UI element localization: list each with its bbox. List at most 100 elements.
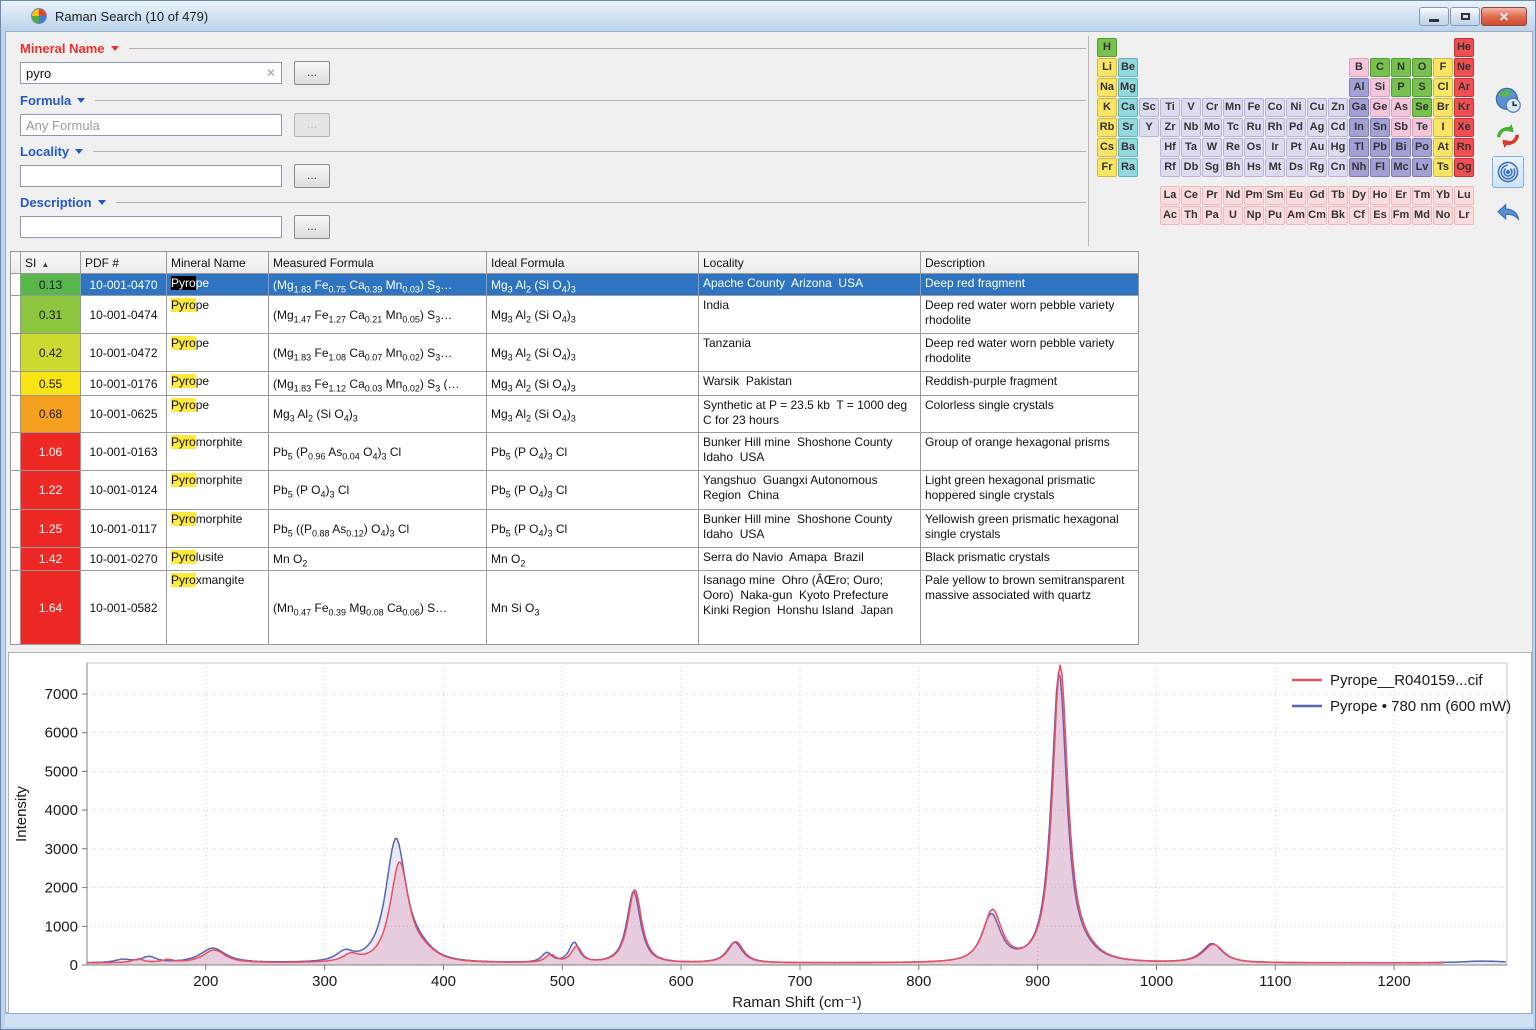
mineral-name-browse-button[interactable]: ... xyxy=(294,61,330,85)
result-row[interactable]: 1.06 10-001-0163 Pyromorphite Pb5 (P0.96 As… xyxy=(10,432,1139,471)
element-Br[interactable]: Br xyxy=(1433,98,1453,117)
element-Co[interactable]: Co xyxy=(1265,98,1285,117)
element-Mg[interactable]: Mg xyxy=(1118,78,1138,97)
header-ideal-formula[interactable]: Ideal Formula xyxy=(486,251,699,274)
element-Hf[interactable]: Hf xyxy=(1160,138,1180,157)
element-Ts[interactable]: Ts xyxy=(1433,158,1453,177)
element-Pb[interactable]: Pb xyxy=(1370,138,1390,157)
element-La[interactable]: La xyxy=(1160,186,1180,205)
element-Rb[interactable]: Rb xyxy=(1097,118,1117,137)
element-Hs[interactable]: Hs xyxy=(1244,158,1264,177)
element-Ga[interactable]: Ga xyxy=(1349,98,1369,117)
element-Ru[interactable]: Ru xyxy=(1244,118,1264,137)
element-Cr[interactable]: Cr xyxy=(1202,98,1222,117)
element-Pr[interactable]: Pr xyxy=(1202,186,1222,205)
globe-history-button[interactable] xyxy=(1492,84,1524,116)
element-Np[interactable]: Np xyxy=(1244,206,1264,225)
element-Ce[interactable]: Ce xyxy=(1181,186,1201,205)
element-W[interactable]: W xyxy=(1202,138,1222,157)
element-Fe[interactable]: Fe xyxy=(1244,98,1264,117)
element-Db[interactable]: Db xyxy=(1181,158,1201,177)
element-F[interactable]: F xyxy=(1433,58,1453,77)
element-Xe[interactable]: Xe xyxy=(1454,118,1474,137)
element-Pu[interactable]: Pu xyxy=(1265,206,1285,225)
element-Li[interactable]: Li xyxy=(1097,58,1117,77)
titlebar[interactable]: Raman Search (10 of 479) ✕ xyxy=(1,1,1535,31)
element-Bi[interactable]: Bi xyxy=(1391,138,1411,157)
element-Mo[interactable]: Mo xyxy=(1202,118,1222,137)
element-At[interactable]: At xyxy=(1433,138,1453,157)
element-Ac[interactable]: Ac xyxy=(1160,206,1180,225)
element-Cs[interactable]: Cs xyxy=(1097,138,1117,157)
element-N[interactable]: N xyxy=(1391,58,1411,77)
chevron-down-icon[interactable] xyxy=(97,199,106,205)
element-Mn[interactable]: Mn xyxy=(1223,98,1243,117)
element-Nd[interactable]: Nd xyxy=(1223,186,1243,205)
element-Es[interactable]: Es xyxy=(1370,206,1390,225)
header-measured-formula[interactable]: Measured Formula xyxy=(268,251,487,274)
element-C[interactable]: C xyxy=(1370,58,1390,77)
element-Sn[interactable]: Sn xyxy=(1370,118,1390,137)
element-In[interactable]: In xyxy=(1349,118,1369,137)
element-Ni[interactable]: Ni xyxy=(1286,98,1306,117)
fingerprint-search-button[interactable] xyxy=(1492,156,1524,188)
element-Mc[interactable]: Mc xyxy=(1391,158,1411,177)
element-Lu[interactable]: Lu xyxy=(1454,186,1474,205)
element-O[interactable]: O xyxy=(1412,58,1432,77)
element-Bh[interactable]: Bh xyxy=(1223,158,1243,177)
element-Lr[interactable]: Lr xyxy=(1454,206,1474,225)
element-Cn[interactable]: Cn xyxy=(1328,158,1348,177)
result-row[interactable]: 1.22 10-001-0124 Pyromorphite Pb5 (P O4)3 C… xyxy=(10,470,1139,510)
element-Rf[interactable]: Rf xyxy=(1160,158,1180,177)
element-Ta[interactable]: Ta xyxy=(1181,138,1201,157)
element-As[interactable]: As xyxy=(1391,98,1411,117)
element-Er[interactable]: Er xyxy=(1391,186,1411,205)
formula-browse-button[interactable]: ... xyxy=(294,113,330,137)
element-Zn[interactable]: Zn xyxy=(1328,98,1348,117)
header-description[interactable]: Description xyxy=(920,251,1139,274)
element-Pa[interactable]: Pa xyxy=(1202,206,1222,225)
element-Pt[interactable]: Pt xyxy=(1286,138,1306,157)
element-Si[interactable]: Si xyxy=(1370,78,1390,97)
chevron-down-icon[interactable] xyxy=(75,148,84,154)
element-Sc[interactable]: Sc xyxy=(1139,98,1159,117)
result-row[interactable]: 0.31 10-001-0474 Pyrope (Mg1.47 Fe1.27 Ca0.… xyxy=(10,295,1139,334)
element-He[interactable]: He xyxy=(1454,38,1474,57)
element-Na[interactable]: Na xyxy=(1097,78,1117,97)
header-pdf[interactable]: PDF # xyxy=(80,251,167,274)
element-Ge[interactable]: Ge xyxy=(1370,98,1390,117)
element-Zr[interactable]: Zr xyxy=(1160,118,1180,137)
chevron-down-icon[interactable] xyxy=(77,97,86,103)
element-H[interactable]: H xyxy=(1097,38,1117,57)
result-row[interactable]: 1.42 10-001-0270 Pyrolusite Mn O2 Mn O2 Serra… xyxy=(10,547,1139,571)
element-Ir[interactable]: Ir xyxy=(1265,138,1285,157)
element-Rh[interactable]: Rh xyxy=(1265,118,1285,137)
element-Sm[interactable]: Sm xyxy=(1265,186,1285,205)
element-Tc[interactable]: Tc xyxy=(1223,118,1243,137)
element-V[interactable]: V xyxy=(1181,98,1201,117)
element-Ti[interactable]: Ti xyxy=(1160,98,1180,117)
header-mineral-name[interactable]: Mineral Name xyxy=(166,251,269,274)
element-Eu[interactable]: Eu xyxy=(1286,186,1306,205)
element-Mt[interactable]: Mt xyxy=(1265,158,1285,177)
close-button[interactable]: ✕ xyxy=(1481,7,1527,26)
element-Ca[interactable]: Ca xyxy=(1118,98,1138,117)
element-Pd[interactable]: Pd xyxy=(1286,118,1306,137)
element-Ne[interactable]: Ne xyxy=(1454,58,1474,77)
element-Cm[interactable]: Cm xyxy=(1307,206,1327,225)
element-Cu[interactable]: Cu xyxy=(1307,98,1327,117)
element-Cl[interactable]: Cl xyxy=(1433,78,1453,97)
element-Be[interactable]: Be xyxy=(1118,58,1138,77)
element-Fl[interactable]: Fl xyxy=(1370,158,1390,177)
result-row[interactable]: 0.42 10-001-0472 Pyrope (Mg1.83 Fe1.08 Ca0.… xyxy=(10,333,1139,372)
element-Cf[interactable]: Cf xyxy=(1349,206,1369,225)
element-Nh[interactable]: Nh xyxy=(1349,158,1369,177)
element-Nb[interactable]: Nb xyxy=(1181,118,1201,137)
element-S[interactable]: S xyxy=(1412,78,1432,97)
element-No[interactable]: No xyxy=(1433,206,1453,225)
element-Rn[interactable]: Rn xyxy=(1454,138,1474,157)
element-Gd[interactable]: Gd xyxy=(1307,186,1327,205)
element-Ho[interactable]: Ho xyxy=(1370,186,1390,205)
element-Se[interactable]: Se xyxy=(1412,98,1432,117)
element-Sg[interactable]: Sg xyxy=(1202,158,1222,177)
